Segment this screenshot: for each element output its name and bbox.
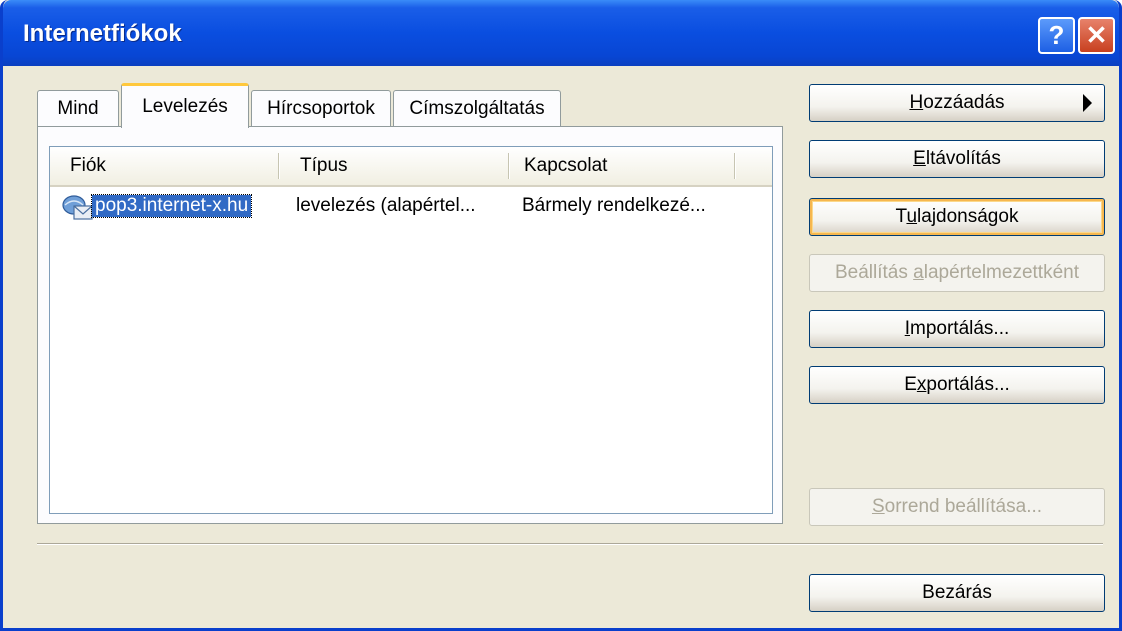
- column-separator[interactable]: [508, 153, 510, 179]
- accounts-list[interactable]: Fiók Típus Kapcsolat pop3.internet-x.hu: [49, 146, 773, 514]
- set-default-label: Beállítás alapértelmezettként: [835, 262, 1079, 283]
- add-label: Hozzáadás: [909, 92, 1005, 113]
- column-header-kapcsolat[interactable]: Kapcsolat: [524, 147, 734, 185]
- remove-label: Eltávolítás: [913, 148, 1001, 169]
- list-header: Fiók Típus Kapcsolat: [50, 147, 772, 187]
- tab-label: Hírcsoportok: [267, 97, 375, 119]
- close-button[interactable]: Bezárás: [809, 574, 1105, 612]
- export-button[interactable]: Exportálás...: [809, 366, 1105, 404]
- window-title: Internetfiókok: [23, 20, 182, 47]
- tab-hircsoportok[interactable]: Hírcsoportok: [251, 90, 391, 126]
- account-name: pop3.internet-x.hu: [90, 194, 253, 218]
- column-separator[interactable]: [734, 153, 736, 179]
- tab-levelezes[interactable]: Levelezés: [121, 83, 249, 128]
- properties-label: Tulajdonságok: [895, 206, 1019, 227]
- import-button[interactable]: Importálás...: [809, 310, 1105, 348]
- title-bar[interactable]: Internetfiókok ? ✕: [3, 0, 1119, 66]
- set-order-button[interactable]: Sorrend beállítása...: [809, 488, 1105, 526]
- help-icon: ?: [1048, 20, 1065, 50]
- column-separator[interactable]: [278, 153, 280, 179]
- help-button[interactable]: ?: [1038, 17, 1075, 54]
- account-name-cell[interactable]: pop3.internet-x.hu: [90, 192, 253, 220]
- separator-line: [37, 543, 1103, 545]
- tab-cimszolgaltatas[interactable]: Címszolgáltatás: [393, 90, 561, 126]
- remove-button[interactable]: Eltávolítás: [809, 140, 1105, 178]
- tab-label: Mind: [57, 97, 99, 119]
- import-label: Importálás...: [904, 318, 1010, 339]
- tab-label: Címszolgáltatás: [409, 97, 545, 119]
- close-label: Bezárás: [922, 582, 992, 603]
- account-connection-cell: Bármely rendelkezé...: [522, 195, 706, 216]
- account-type-cell: levelezés (alapértel...: [296, 195, 476, 216]
- export-label: Exportálás...: [904, 374, 1010, 395]
- tab-mind[interactable]: Mind: [37, 90, 119, 126]
- properties-button[interactable]: Tulajdonságok: [809, 198, 1105, 236]
- set-order-label: Sorrend beállítása...: [871, 496, 1043, 517]
- close-icon: ✕: [1085, 20, 1108, 50]
- column-header-tipus[interactable]: Típus: [300, 147, 510, 185]
- column-header-fiok[interactable]: Fiók: [70, 147, 280, 185]
- add-button[interactable]: Hozzáadás: [809, 84, 1105, 122]
- set-default-button[interactable]: Beállítás alapértelmezettként: [809, 254, 1105, 292]
- submenu-arrow-icon: [1083, 94, 1092, 112]
- tab-label: Levelezés: [142, 96, 228, 117]
- internet-accounts-dialog: Internetfiókok ? ✕ Mind Levelezés Hírcso…: [0, 0, 1122, 631]
- close-window-button[interactable]: ✕: [1078, 17, 1115, 54]
- mail-account-icon: [62, 195, 93, 220]
